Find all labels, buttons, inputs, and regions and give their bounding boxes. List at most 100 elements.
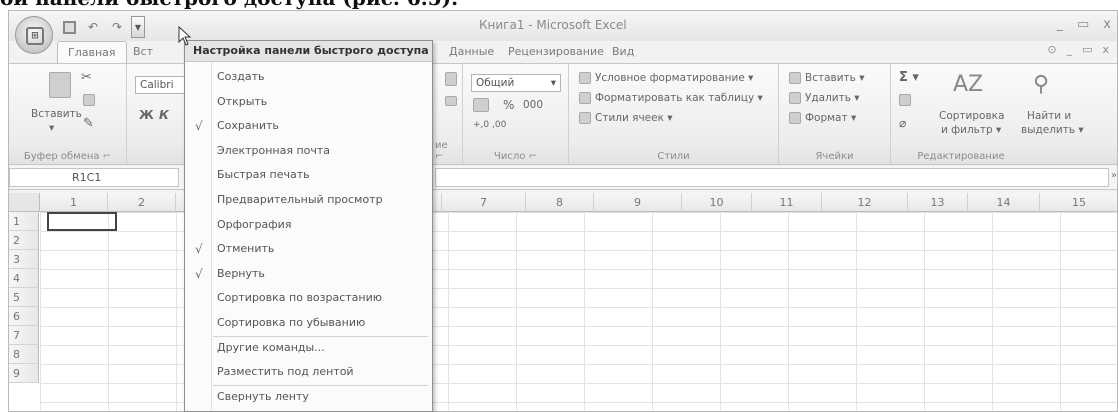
- ribbon-tabs: Главная Вст Данные Рецензирование Вид ⊙ …: [9, 41, 1117, 63]
- menu-item-print-preview[interactable]: Предварительный просмотр: [185, 188, 432, 213]
- ribbon-close-button[interactable]: x: [1102, 43, 1109, 56]
- clear-icon[interactable]: ⌀: [899, 116, 906, 130]
- check-icon: √: [195, 266, 203, 281]
- menu-item-sort-descending[interactable]: Сортировка по убыванию: [185, 311, 432, 336]
- sort-filter-button-line2[interactable]: и фильтр ▾: [941, 124, 1001, 136]
- menu-item-undo[interactable]: √ Отменить: [185, 237, 432, 262]
- column-header[interactable]: 7: [442, 193, 526, 212]
- cut-icon[interactable]: ✂: [81, 70, 92, 85]
- column-header[interactable]: 12: [822, 193, 908, 212]
- menu-item-sort-ascending[interactable]: Сортировка по возрастанию: [185, 286, 432, 311]
- autosum-button[interactable]: Σ ▾: [899, 70, 919, 85]
- tab-review[interactable]: Рецензирование: [508, 45, 604, 58]
- close-button[interactable]: x: [1103, 17, 1111, 32]
- merge-cells-icon[interactable]: [445, 96, 457, 106]
- check-icon: √: [195, 119, 203, 134]
- italic-button[interactable]: К: [159, 108, 169, 122]
- menu-header: Настройка панели быстрого доступа: [185, 41, 432, 62]
- paste-icon: [49, 72, 71, 98]
- row-header[interactable]: 6: [9, 307, 39, 326]
- wrap-text-icon[interactable]: [445, 72, 457, 86]
- copy-icon[interactable]: [83, 94, 95, 106]
- window-title: Книга1 - Microsoft Excel: [479, 18, 627, 32]
- increase-decimal-button[interactable]: +,0 ,00: [473, 120, 506, 130]
- menu-item-new[interactable]: Создать: [185, 65, 432, 90]
- row-header[interactable]: 9: [9, 364, 39, 383]
- format-painter-icon[interactable]: ✎: [83, 116, 94, 131]
- qat-customize-dropdown[interactable]: ▼: [131, 16, 145, 38]
- ribbon-restore-button[interactable]: ▭: [1082, 43, 1092, 56]
- sort-filter-icon: AZ: [953, 72, 984, 97]
- menu-item-show-below-ribbon[interactable]: Разместить под лентой: [185, 360, 432, 385]
- find-select-button-line1[interactable]: Найти и: [1027, 110, 1071, 122]
- menu-item-redo[interactable]: √ Вернуть: [185, 262, 432, 287]
- group-clipboard: Вставить ▾ ✂ ✎ Буфер обмена ⌐: [9, 64, 127, 164]
- column-header[interactable]: 13: [908, 193, 968, 212]
- conditional-format-button[interactable]: Условное форматирование ▾: [595, 72, 753, 84]
- maximize-button[interactable]: ▭: [1077, 17, 1089, 32]
- save-button[interactable]: [59, 17, 79, 37]
- menu-item-spelling[interactable]: Орфография: [185, 213, 432, 238]
- paste-dropdown-icon[interactable]: ▾: [49, 122, 54, 134]
- tab-data[interactable]: Данные: [449, 45, 494, 58]
- tab-insert[interactable]: Вст: [133, 45, 153, 58]
- excel-window: ↶ ↷ ▼ Книга1 - Microsoft Excel _ ▭ x ⊞ Г…: [8, 10, 1118, 412]
- row-header[interactable]: 7: [9, 326, 39, 345]
- row-header[interactable]: 8: [9, 345, 39, 364]
- tab-home[interactable]: Главная: [57, 41, 127, 63]
- sort-filter-button-line1[interactable]: Сортировка: [939, 110, 1004, 122]
- fill-icon[interactable]: [899, 94, 911, 106]
- format-cells-button[interactable]: Формат ▾: [805, 112, 856, 124]
- ribbon: Вставить ▾ ✂ ✎ Буфер обмена ⌐ Calibri Ж …: [9, 63, 1117, 165]
- row-header[interactable]: 2: [9, 231, 39, 250]
- minimize-button[interactable]: _: [1057, 17, 1064, 32]
- cell-styles-button[interactable]: Стили ячеек ▾: [595, 112, 673, 124]
- binoculars-icon: ⚲: [1033, 72, 1050, 97]
- column-header[interactable]: 15: [1040, 193, 1117, 212]
- group-number: Общий ▾ % 000 +,0 ,00 Число ⌐: [463, 64, 569, 164]
- worksheet-grid: 1 2 7 8 9 10 11 12 13 14 15 1 2 3 4 5 6 …: [9, 193, 1117, 411]
- column-header[interactable]: 9: [594, 193, 682, 212]
- select-all-corner[interactable]: [9, 193, 40, 212]
- percent-button[interactable]: %: [503, 98, 514, 112]
- active-cell[interactable]: [47, 212, 117, 231]
- undo-button[interactable]: ↶: [83, 17, 103, 37]
- paste-button[interactable]: Вставить: [31, 108, 82, 120]
- column-header[interactable]: 11: [752, 193, 822, 212]
- row-header[interactable]: 1: [9, 212, 39, 231]
- number-format-combo[interactable]: Общий ▾: [471, 74, 561, 92]
- menu-item-save[interactable]: √ Сохранить: [185, 114, 432, 139]
- name-box[interactable]: R1C1: [9, 168, 179, 187]
- menu-item-minimize-ribbon[interactable]: Свернуть ленту: [185, 385, 432, 410]
- column-header[interactable]: 8: [526, 193, 594, 212]
- tab-view[interactable]: Вид: [612, 45, 634, 58]
- help-icon[interactable]: ⊙: [1047, 43, 1056, 56]
- row-header[interactable]: 4: [9, 269, 39, 288]
- expand-formula-icon[interactable]: »: [1111, 170, 1117, 181]
- formula-bar: R1C1 »: [9, 166, 1117, 190]
- find-select-button-line2[interactable]: выделить ▾: [1021, 124, 1084, 136]
- ribbon-minimize-button[interactable]: _: [1067, 43, 1073, 56]
- office-button[interactable]: ⊞: [15, 16, 53, 54]
- column-header[interactable]: 1: [40, 193, 108, 212]
- menu-item-open[interactable]: Открыть: [185, 90, 432, 115]
- row-header[interactable]: 3: [9, 250, 39, 269]
- column-header[interactable]: 14: [968, 193, 1040, 212]
- row-header[interactable]: 5: [9, 288, 39, 307]
- bold-button[interactable]: Ж: [139, 108, 154, 122]
- redo-button[interactable]: ↷: [107, 17, 127, 37]
- delete-cells-button[interactable]: Удалить ▾: [805, 92, 860, 104]
- menu-item-quick-print[interactable]: Быстрая печать: [185, 163, 432, 188]
- insert-cells-icon: [789, 72, 801, 84]
- thousands-button[interactable]: 000: [523, 99, 543, 111]
- format-as-table-button[interactable]: Форматировать как таблицу ▾: [595, 92, 763, 104]
- currency-icon[interactable]: [473, 98, 489, 112]
- column-header[interactable]: 2: [108, 193, 176, 212]
- menu-item-more-commands[interactable]: Другие команды...: [185, 336, 432, 361]
- column-header[interactable]: 10: [682, 193, 752, 212]
- save-icon: [62, 20, 76, 34]
- chevron-down-icon: ▼: [134, 22, 142, 32]
- formula-input[interactable]: [435, 168, 1109, 187]
- menu-item-email[interactable]: Электронная почта: [185, 139, 432, 164]
- insert-cells-button[interactable]: Вставить ▾: [805, 72, 864, 84]
